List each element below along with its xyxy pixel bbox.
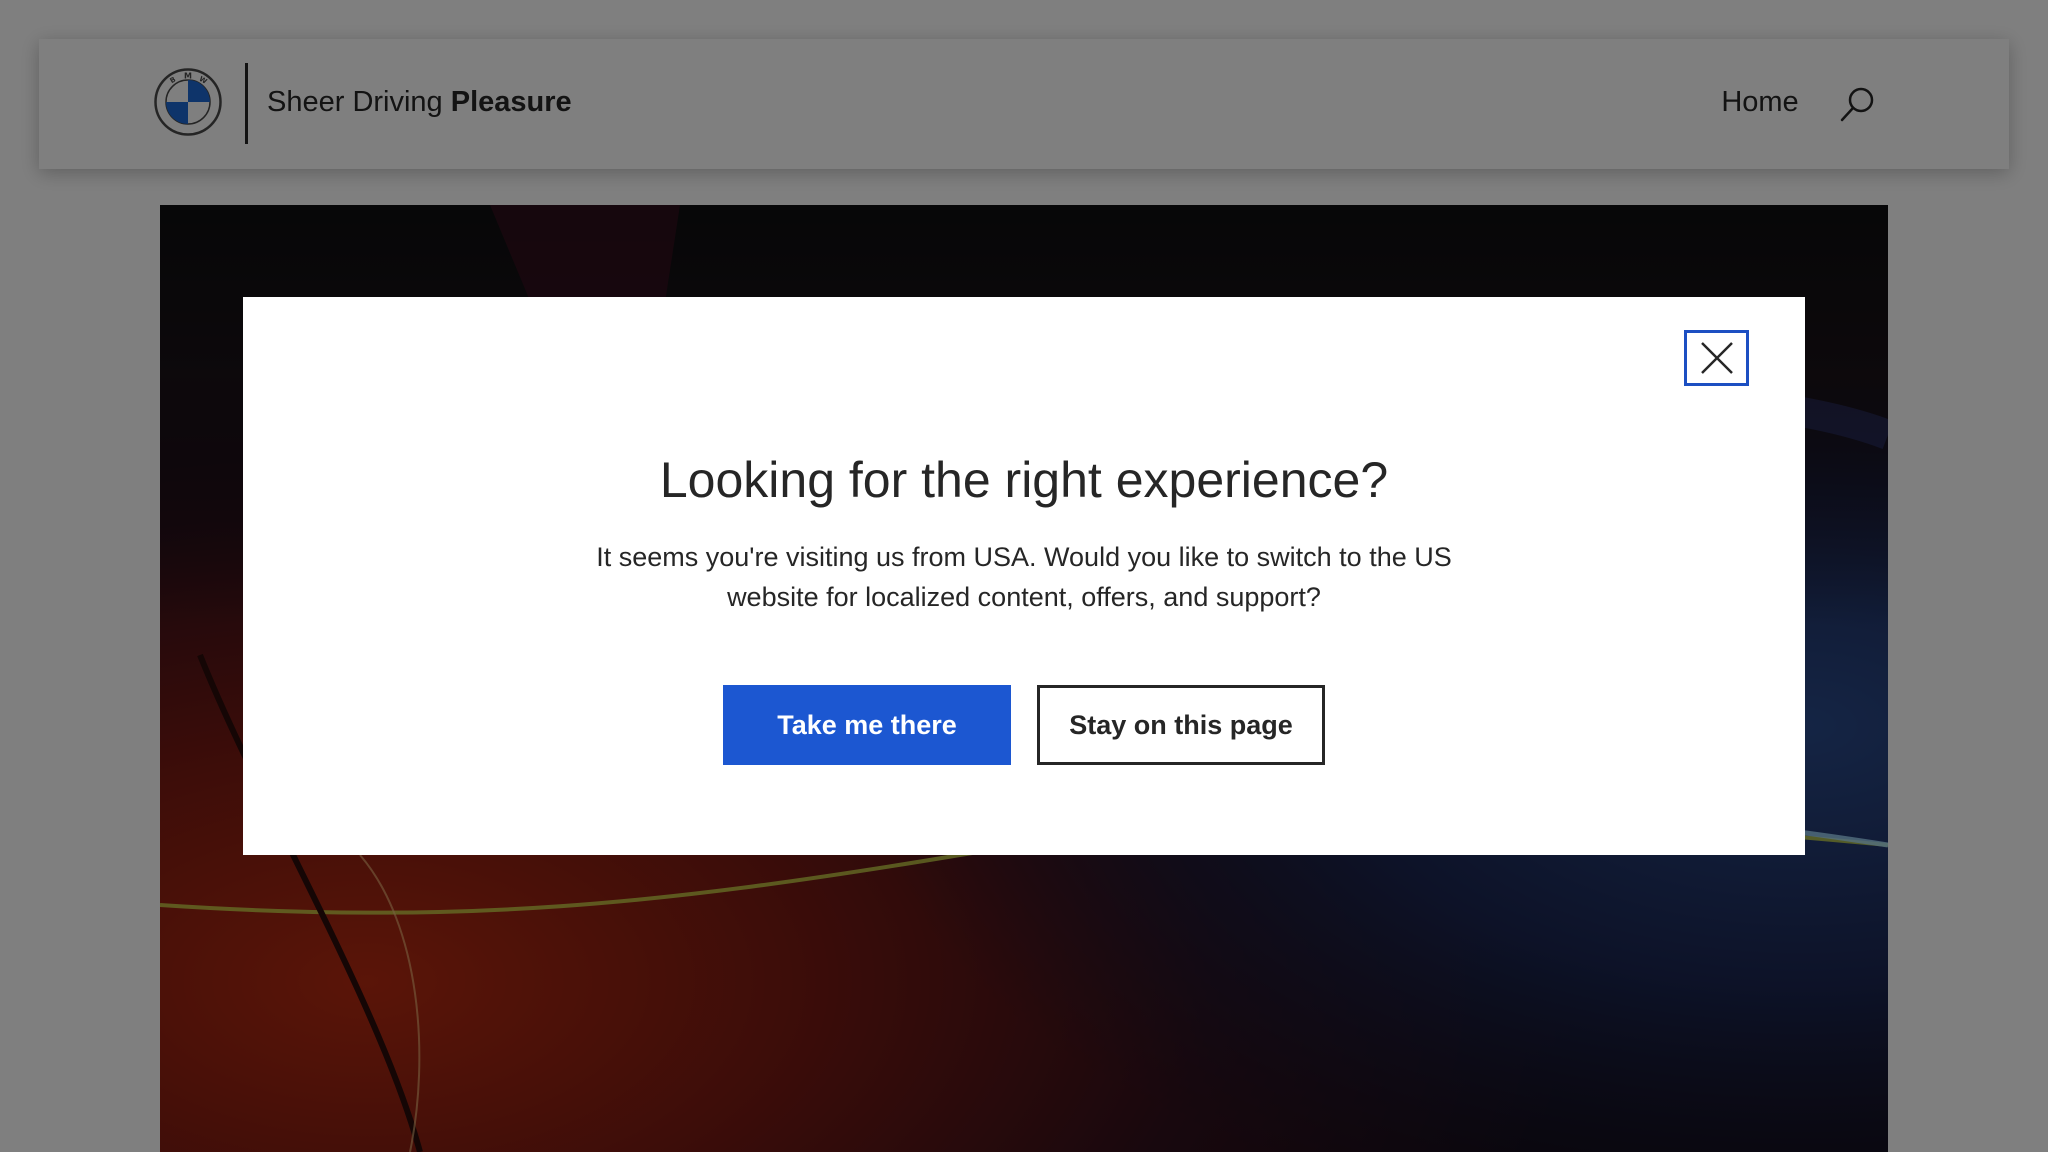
take-me-there-button[interactable]: Take me there [723, 685, 1011, 765]
modal-title: Looking for the right experience? [659, 452, 1389, 508]
region-redirect-modal: Looking for the right experience? It see… [243, 297, 1805, 855]
close-button[interactable] [1684, 330, 1749, 386]
modal-body-text: It seems you're visiting us from USA. Wo… [596, 542, 1452, 612]
close-icon [1701, 342, 1733, 374]
page: M B W Sheer Driving Pleasure Home [0, 0, 2048, 1152]
stay-on-page-button[interactable]: Stay on this page [1037, 685, 1325, 765]
